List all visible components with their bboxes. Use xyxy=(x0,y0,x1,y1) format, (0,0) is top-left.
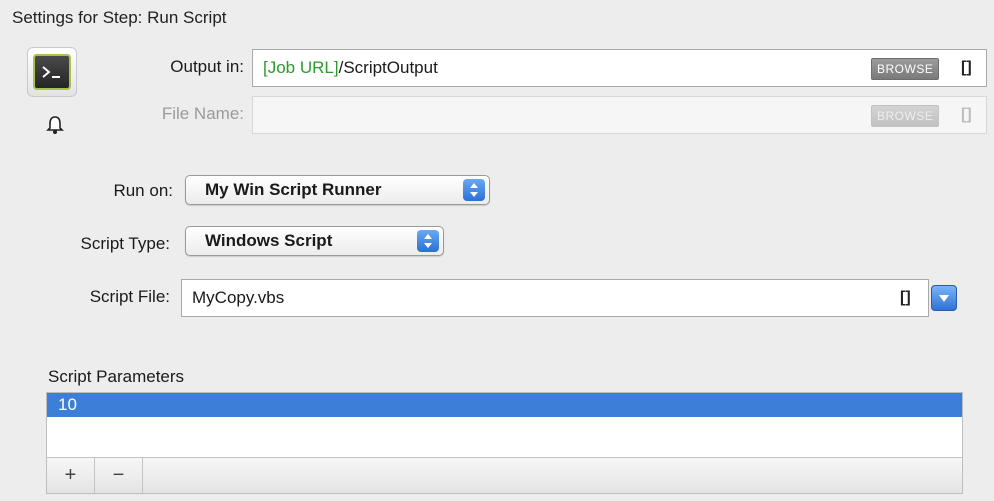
list-toolbar: + − xyxy=(47,457,962,493)
run-on-label: Run on: xyxy=(113,181,173,200)
add-parameter-button[interactable]: + xyxy=(47,458,95,493)
remove-parameter-button[interactable]: − xyxy=(95,458,143,493)
panel-title: Settings for Step: Run Script xyxy=(12,8,227,27)
output-browse-button[interactable]: BROWSE xyxy=(871,58,940,80)
script-parameters-label: Script Parameters xyxy=(48,367,185,386)
settings-panel: Settings for Step: Run Script Output in:… xyxy=(0,0,994,501)
script-type-select[interactable]: Windows Script xyxy=(185,226,444,256)
file-name-variables-button[interactable]: [] xyxy=(961,106,972,124)
script-file-dropdown-button[interactable] xyxy=(931,285,957,311)
output-variables-button[interactable]: [] xyxy=(961,59,972,77)
bell-icon[interactable] xyxy=(46,115,64,140)
output-path-text: /ScriptOutput xyxy=(338,58,438,77)
output-path-field[interactable]: [Job URL]/ScriptOutput BROWSE [] xyxy=(252,49,987,87)
list-item[interactable]: 10 xyxy=(47,393,962,417)
file-name-browse-button[interactable]: BROWSE xyxy=(871,105,940,127)
script-file-variables-button[interactable]: [] xyxy=(900,289,911,307)
up-down-arrows-icon xyxy=(417,230,439,252)
file-name-field[interactable]: BROWSE [] xyxy=(252,96,987,134)
chevron-down-icon xyxy=(939,295,949,302)
script-file-value: MyCopy.vbs xyxy=(192,288,285,307)
script-parameters-list[interactable]: 10 + − xyxy=(46,392,963,494)
script-file-label: Script File: xyxy=(89,287,170,306)
file-name-label: File Name: xyxy=(161,104,244,123)
script-type-label: Script Type: xyxy=(80,234,170,253)
up-down-arrows-icon xyxy=(463,179,485,201)
job-url-variable: [Job URL] xyxy=(263,58,339,77)
output-label: Output in: xyxy=(170,57,244,76)
script-type-value: Windows Script xyxy=(205,231,333,250)
run-on-value: My Win Script Runner xyxy=(205,180,382,199)
terminal-icon[interactable] xyxy=(27,47,77,97)
run-on-select[interactable]: My Win Script Runner xyxy=(185,175,490,205)
param-value: 10 xyxy=(58,395,77,414)
script-file-field[interactable]: MyCopy.vbs [] xyxy=(181,279,929,317)
